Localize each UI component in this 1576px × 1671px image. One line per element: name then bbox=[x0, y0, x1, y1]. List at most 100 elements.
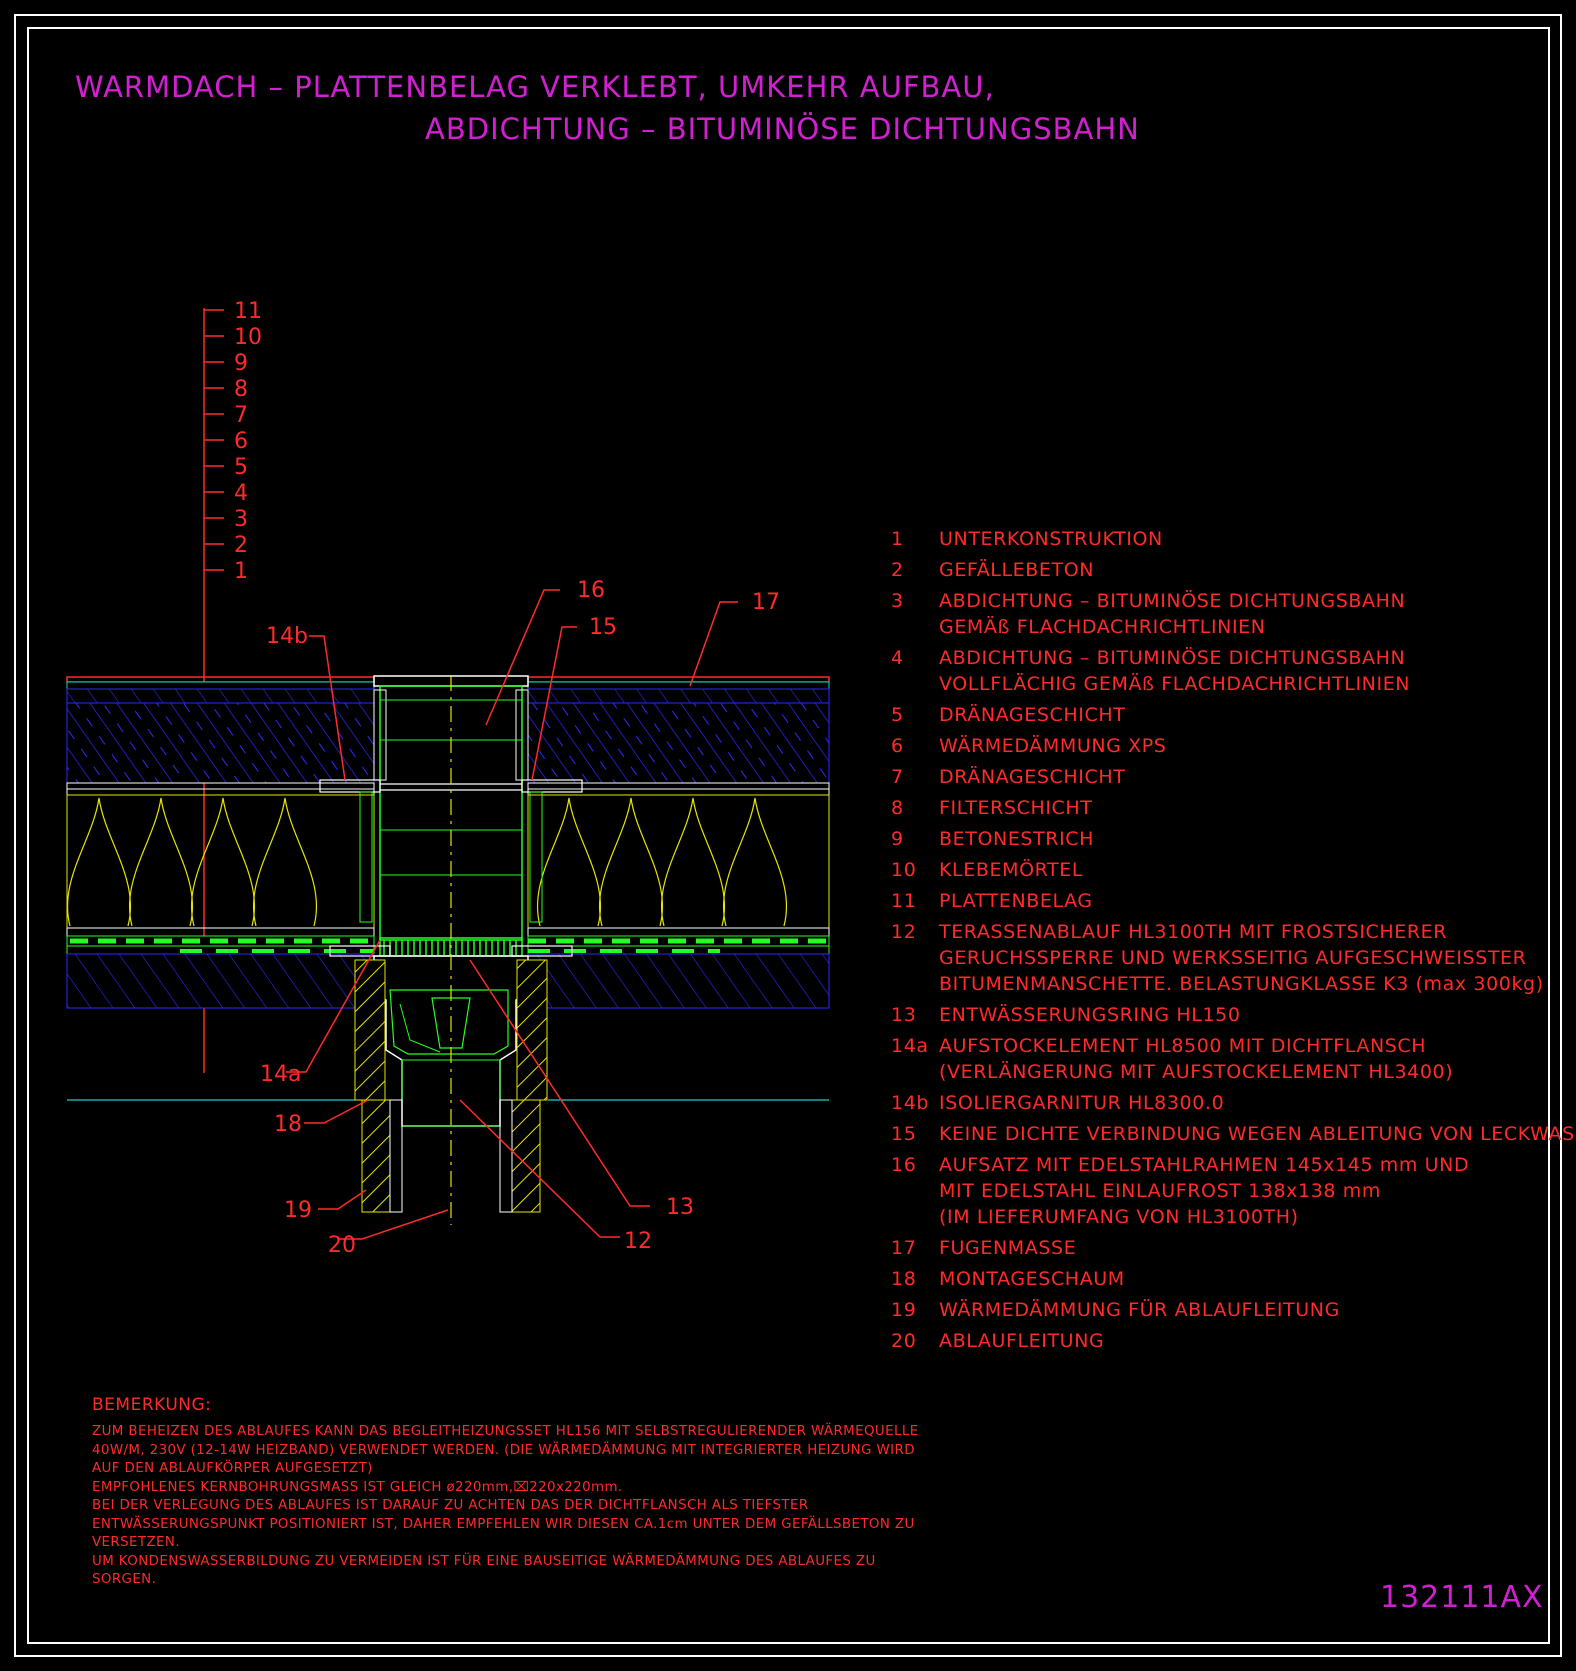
xps-insulation-pattern bbox=[66, 797, 788, 927]
legend-number: 10 bbox=[891, 859, 917, 881]
legend-number: 12 bbox=[891, 921, 917, 943]
legend-number: 1 bbox=[891, 528, 904, 550]
callout-19: 19 bbox=[284, 1198, 312, 1223]
callout-18: 18 bbox=[274, 1112, 302, 1137]
legend-number: 13 bbox=[891, 1004, 917, 1026]
remark-line: SORGEN. bbox=[92, 1572, 157, 1587]
legend-text: ENTWÄSSERUNGSRING HL150 bbox=[939, 1004, 1241, 1026]
legend-number: 14a bbox=[891, 1035, 929, 1057]
insulation-loop bbox=[252, 797, 318, 927]
remark-line: VERSETZEN. bbox=[92, 1535, 180, 1550]
legend-text: KEINE DICHTE VERBINDUNG WEGEN ABLEITUNG … bbox=[939, 1123, 1576, 1145]
legend-text: ISOLIERGARNITUR HL8300.0 bbox=[939, 1092, 1225, 1114]
legend-number: 17 bbox=[891, 1237, 917, 1259]
remark-line: ENTWÄSSERUNGSPUNKT POSITIONIERT IST, DAH… bbox=[92, 1516, 915, 1532]
legend-number: 8 bbox=[891, 797, 904, 819]
legend-text: (VERLÄNGERUNG MIT AUFSTOCKELEMENT HL3400… bbox=[939, 1061, 1454, 1083]
legend-text: MONTAGESCHAUM bbox=[939, 1268, 1125, 1290]
legend-text: DRÄNAGESCHICHT bbox=[939, 766, 1126, 788]
layer-mark-label: 5 bbox=[234, 455, 248, 480]
callout-14a: 14a bbox=[260, 1062, 301, 1087]
legend-text: GEMÄß FLACHDACHRICHTLINIEN bbox=[939, 616, 1266, 638]
callout-15: 15 bbox=[589, 615, 617, 640]
insulation-loop bbox=[66, 797, 132, 927]
legend-item: 9 BETONESTRICH bbox=[891, 826, 1551, 852]
remark-line: UM KONDENSWASSERBILDUNG ZU VERMEIDEN IST… bbox=[92, 1553, 876, 1569]
legend-text: AUFSATZ MIT EDELSTAHLRAHMEN 145x145 mm U… bbox=[939, 1154, 1470, 1176]
legend-item: 8 FILTERSCHICHT bbox=[891, 795, 1551, 821]
legend-text: BETONESTRICH bbox=[939, 828, 1095, 850]
legend-item: 16 AUFSATZ MIT EDELSTAHLRAHMEN 145x145 mm… bbox=[891, 1152, 1551, 1230]
legend-number: 3 bbox=[891, 590, 904, 612]
legend-item: 12 TERASSENABLAUF HL3100TH MIT FROSTSICHE… bbox=[891, 919, 1551, 997]
legend-item: 4 ABDICHTUNG – BITUMINÖSE DICHTUNGSBAHN VO… bbox=[891, 645, 1551, 697]
legend-number: 11 bbox=[891, 890, 917, 912]
layer-mark-label: 6 bbox=[234, 429, 248, 454]
legend-number: 9 bbox=[891, 828, 904, 850]
callout-13: 13 bbox=[666, 1195, 694, 1220]
layer-mark-label: 1 bbox=[234, 559, 248, 584]
legend-item: 17 FUGENMASSE bbox=[891, 1235, 1551, 1261]
legend-number: 6 bbox=[891, 735, 904, 757]
legend-text: PLATTENBELAG bbox=[939, 890, 1093, 912]
callout-20: 20 bbox=[328, 1233, 356, 1258]
layer-mark-label: 11 bbox=[234, 299, 262, 324]
legend-item: 10 KLEBEMÖRTEL bbox=[891, 857, 1551, 883]
insulation-loop bbox=[190, 797, 256, 927]
insulation-loop bbox=[536, 797, 602, 927]
legend-number: 16 bbox=[891, 1154, 917, 1176]
legend-item: 13 ENTWÄSSERUNGSRING HL150 bbox=[891, 1002, 1551, 1028]
legend-text: GERUCHSSPERRE UND WERKSSEITIG AUFGESCHWE… bbox=[939, 947, 1527, 969]
legend-text: (IM LIEFERUMFANG VON HL3100TH) bbox=[939, 1206, 1299, 1228]
legend-text: ABDICHTUNG – BITUMINÖSE DICHTUNGSBAHN bbox=[939, 647, 1406, 669]
insulation-loop bbox=[660, 797, 726, 927]
drawing-code: 132111AX bbox=[1380, 1580, 1544, 1615]
legend-text: ABLAUFLEITUNG bbox=[939, 1330, 1105, 1352]
legend-item: 11 PLATTENBELAG bbox=[891, 888, 1551, 914]
layer-mark-label: 10 bbox=[234, 325, 262, 350]
insulation-loop bbox=[598, 797, 664, 927]
layer-mark-label: 4 bbox=[234, 481, 248, 506]
legend-item: 15 KEINE DICHTE VERBINDUNG WEGEN ABLEITUN… bbox=[891, 1121, 1576, 1147]
layer-mark-label: 2 bbox=[234, 533, 248, 558]
layer-mark-label: 9 bbox=[234, 351, 248, 376]
legend-number: 14b bbox=[891, 1092, 930, 1114]
legend-item: 18 MONTAGESCHAUM bbox=[891, 1266, 1551, 1292]
legend-text: ABDICHTUNG – BITUMINÖSE DICHTUNGSBAHN bbox=[939, 590, 1406, 612]
insulation-loop bbox=[128, 797, 194, 927]
legend-item: 1 UNTERKONSTRUKTION bbox=[891, 526, 1551, 552]
legend-number: 15 bbox=[891, 1123, 917, 1145]
legend-text: DRÄNAGESCHICHT bbox=[939, 704, 1126, 726]
callout-17: 17 bbox=[752, 590, 780, 615]
legend-text: GEFÄLLEBETON bbox=[939, 559, 1095, 581]
legend-number: 4 bbox=[891, 647, 904, 669]
legend-text: KLEBEMÖRTEL bbox=[939, 859, 1084, 881]
legend-item: 6 WÄRMEDÄMMUNG XPS bbox=[891, 733, 1551, 759]
legend-number: 2 bbox=[891, 559, 904, 581]
legend-number: 18 bbox=[891, 1268, 917, 1290]
legend-text: TERASSENABLAUF HL3100TH MIT FROSTSICHERE… bbox=[939, 921, 1448, 943]
legend-item: 7 DRÄNAGESCHICHT bbox=[891, 764, 1551, 790]
callout-12: 12 bbox=[624, 1229, 652, 1254]
layer-mark-label: 3 bbox=[234, 507, 248, 532]
layer-mark-label: 8 bbox=[234, 377, 248, 402]
legend: 1 UNTERKONSTRUKTION 2 GEFÄLLEBETON 3 ABDICHTU… bbox=[891, 526, 1576, 1356]
roof-layers-left bbox=[66, 676, 375, 1101]
legend-text: WÄRMEDÄMMUNG XPS bbox=[939, 735, 1167, 757]
legend-item: 14b ISOLIERGARNITUR HL8300.0 bbox=[891, 1090, 1551, 1116]
legend-item: 3 ABDICHTUNG – BITUMINÖSE DICHTUNGSBAHN GE… bbox=[891, 588, 1551, 640]
remarks-block: BEMERKUNG: ZUM BEHEIZEN DES ABLAUFES KAN… bbox=[92, 1395, 922, 1590]
legend-number: 7 bbox=[891, 766, 904, 788]
legend-text: FUGENMASSE bbox=[939, 1237, 1077, 1259]
legend-text: FILTERSCHICHT bbox=[939, 797, 1093, 819]
legend-text: AUFSTOCKELEMENT HL8500 MIT DICHTFLANSCH bbox=[939, 1035, 1427, 1057]
layer-mark-label: 7 bbox=[234, 403, 248, 428]
callout-14b: 14b bbox=[266, 624, 308, 649]
remark-line: AUF DEN ABLAUFKÖRPER AUFGESETZT) bbox=[92, 1461, 373, 1476]
callout-16: 16 bbox=[577, 578, 605, 603]
legend-text: VOLLFLÄCHIG GEMÄß FLACHDACHRICHTLINIEN bbox=[939, 673, 1411, 695]
remark-line: ZUM BEHEIZEN DES ABLAUFES KANN DAS BEGLE… bbox=[92, 1424, 919, 1439]
legend-text: WÄRMEDÄMMUNG FÜR ABLAUFLEITUNG bbox=[939, 1299, 1340, 1321]
legend-text: UNTERKONSTRUKTION bbox=[939, 528, 1163, 550]
insulation-loop bbox=[722, 797, 788, 927]
